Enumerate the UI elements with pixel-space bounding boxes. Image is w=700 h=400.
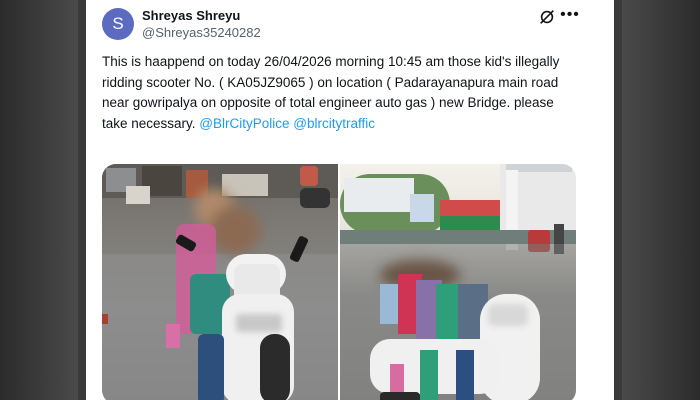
user-handle[interactable]: @Shreyas35240282 [142, 25, 261, 40]
grok-icon[interactable] [538, 8, 556, 26]
photo-left[interactable] [102, 164, 338, 400]
mention-blrcitypolice[interactable]: @BlrCityPolice [199, 116, 289, 131]
more-options-icon[interactable]: ••• [560, 7, 580, 26]
display-name[interactable]: Shreyas Shreyu [142, 8, 240, 23]
background-right [622, 0, 700, 400]
photo-right[interactable] [340, 164, 576, 400]
avatar[interactable]: S [102, 8, 134, 40]
post-card: S Shreyas Shreyu @Shreyas35240282 ••• Th… [86, 0, 614, 400]
mention-blrcitytraffic[interactable]: @blrcitytraffic [293, 116, 375, 131]
post-text: This is haappend on today 26/04/2026 mor… [102, 52, 572, 134]
background-left [0, 0, 78, 400]
post-media[interactable] [102, 164, 576, 400]
